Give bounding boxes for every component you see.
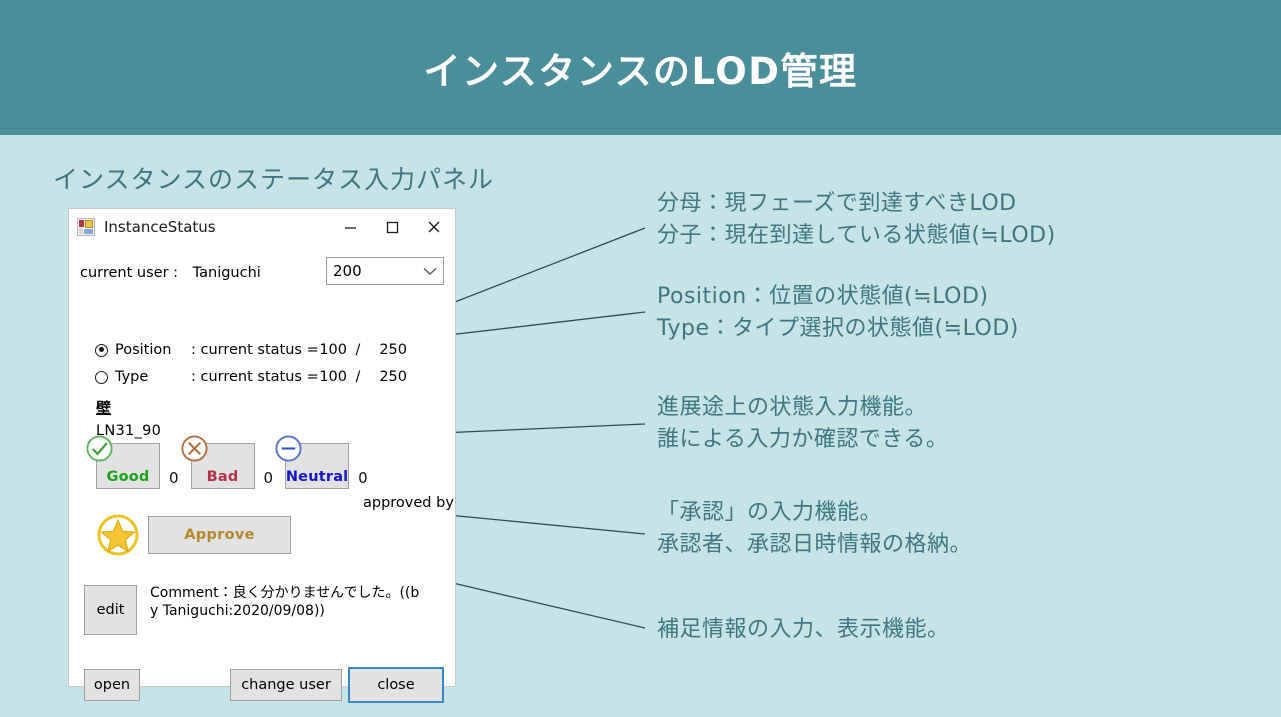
leader-line-1 — [446, 227, 646, 306]
vote-item-good: Good 0 — [86, 435, 191, 489]
maximize-icon[interactable] — [371, 210, 413, 244]
radio-position[interactable] — [95, 343, 108, 357]
annotation-approval-input: 「承認」の入力機能。 承認者、承認日時情報の格納。 — [657, 497, 972, 561]
vote-item-neutral: Neutral 0 — [275, 435, 380, 489]
good-button-label: Good — [106, 469, 150, 485]
annotation-line: 誰による入力か確認できる。 — [657, 426, 949, 452]
bad-button[interactable]: Bad — [180, 435, 255, 489]
status-type-numerator: 100 — [319, 369, 347, 385]
instance-status-window: InstanceStatus current user : Taniguchi … — [68, 208, 456, 703]
neutral-button-label: Neutral — [285, 469, 349, 485]
radio-type-label: Type — [115, 369, 149, 385]
status-type-denominator: 250 — [379, 369, 407, 385]
change-user-button[interactable]: change user — [230, 669, 342, 701]
minus-circle-icon — [275, 435, 302, 462]
current-user-value: Taniguchi — [192, 265, 261, 281]
leader-line-2 — [439, 311, 646, 337]
status-position-denominator: 250 — [379, 342, 407, 358]
annotation-line: 「承認」の入力機能。 — [657, 500, 883, 525]
annotation-line: Position：位置の状態値(≒LOD) — [657, 284, 989, 309]
status-type-text: : current status = — [191, 369, 319, 385]
x-circle-icon — [180, 435, 208, 462]
approve-button[interactable]: Approve — [148, 516, 291, 554]
annotation-line: Type：タイプ選択の状態値(≒LOD) — [657, 315, 1019, 341]
comment-row: edit Comment：良く分かりませんでした。((by Taniguchi:… — [84, 585, 420, 635]
panel-subtitle: インスタンスのステータス入力パネル — [53, 165, 495, 194]
radio-position-label: Position — [115, 342, 172, 358]
edit-comment-button[interactable]: edit — [84, 585, 137, 635]
winforms-app-icon — [77, 218, 95, 236]
annotation-line: 分母：現フェーズで到達すべきLOD — [657, 191, 1017, 216]
dialog-title: InstanceStatus — [104, 218, 216, 236]
minimize-icon[interactable] — [329, 210, 371, 244]
vote-button-group: Good 0 Bad 0 Neutral 0 — [86, 435, 380, 489]
comment-text: Comment：良く分かりませんでした。((by Taniguchi:2020/… — [150, 585, 420, 619]
status-position-numerator: 100 — [319, 342, 347, 358]
annotation-position-type: Position：位置の状態値(≒LOD) Type：タイプ選択の状態値(≒LO… — [657, 281, 1019, 345]
current-user-row: current user : Taniguchi — [80, 265, 261, 281]
status-row-type[interactable]: Type : current status = 100 / 250 — [95, 369, 407, 385]
page-title: インスタンスのLOD管理 — [423, 49, 858, 93]
lod-combobox-value: 200 — [333, 262, 362, 280]
approve-row: Approve — [96, 513, 291, 557]
annotation-progress-input: 進展途上の状態入力機能。 誰による入力か確認できる。 — [657, 392, 948, 456]
annotation-line: 補足情報の入力、表示機能。 — [657, 617, 950, 642]
leader-line-3 — [439, 423, 646, 434]
open-button[interactable]: open — [84, 669, 140, 701]
element-category: 壁 — [96, 399, 112, 417]
status-type-separator: / — [355, 369, 361, 385]
close-icon[interactable] — [413, 210, 455, 244]
bad-count: 0 — [263, 469, 274, 487]
annotation-line: 分子：現在到達している状態値(≒LOD) — [657, 222, 1056, 248]
good-button[interactable]: Good — [86, 435, 160, 489]
close-button[interactable]: close — [348, 667, 444, 703]
good-count: 0 — [169, 469, 179, 487]
bad-button-label: Bad — [206, 469, 239, 485]
vote-item-bad: Bad 0 — [180, 435, 286, 489]
approved-by-label: approved by — [363, 495, 454, 511]
dialog-body: current user : Taniguchi 200 Position : … — [69, 245, 455, 703]
annotation-supplementary-info: 補足情報の入力、表示機能。 — [657, 614, 950, 646]
annotation-line: 進展途上の状態入力機能。 — [657, 395, 928, 420]
annotation-lod-fraction: 分母：現フェーズで到達すべきLOD 分子：現在到達している状態値(≒LOD) — [657, 188, 1056, 252]
status-position-separator: / — [355, 342, 361, 358]
dialog-titlebar[interactable]: InstanceStatus — [69, 209, 455, 245]
annotation-line: 承認者、承認日時情報の格納。 — [657, 531, 973, 557]
neutral-button[interactable]: Neutral — [275, 435, 350, 489]
star-icon[interactable] — [96, 513, 140, 557]
current-user-label: current user : — [80, 265, 179, 281]
header-band: インスタンスのLOD管理 — [0, 0, 1281, 135]
radio-type[interactable] — [95, 370, 108, 384]
check-circle-icon — [86, 435, 113, 462]
status-row-position[interactable]: Position : current status = 100 / 250 — [95, 342, 407, 358]
neutral-count: 0 — [358, 469, 368, 487]
leader-line-5 — [439, 579, 646, 629]
status-position-text: : current status = — [191, 342, 319, 358]
lod-combobox[interactable]: 200 — [326, 257, 444, 285]
chevron-down-icon — [417, 267, 443, 276]
